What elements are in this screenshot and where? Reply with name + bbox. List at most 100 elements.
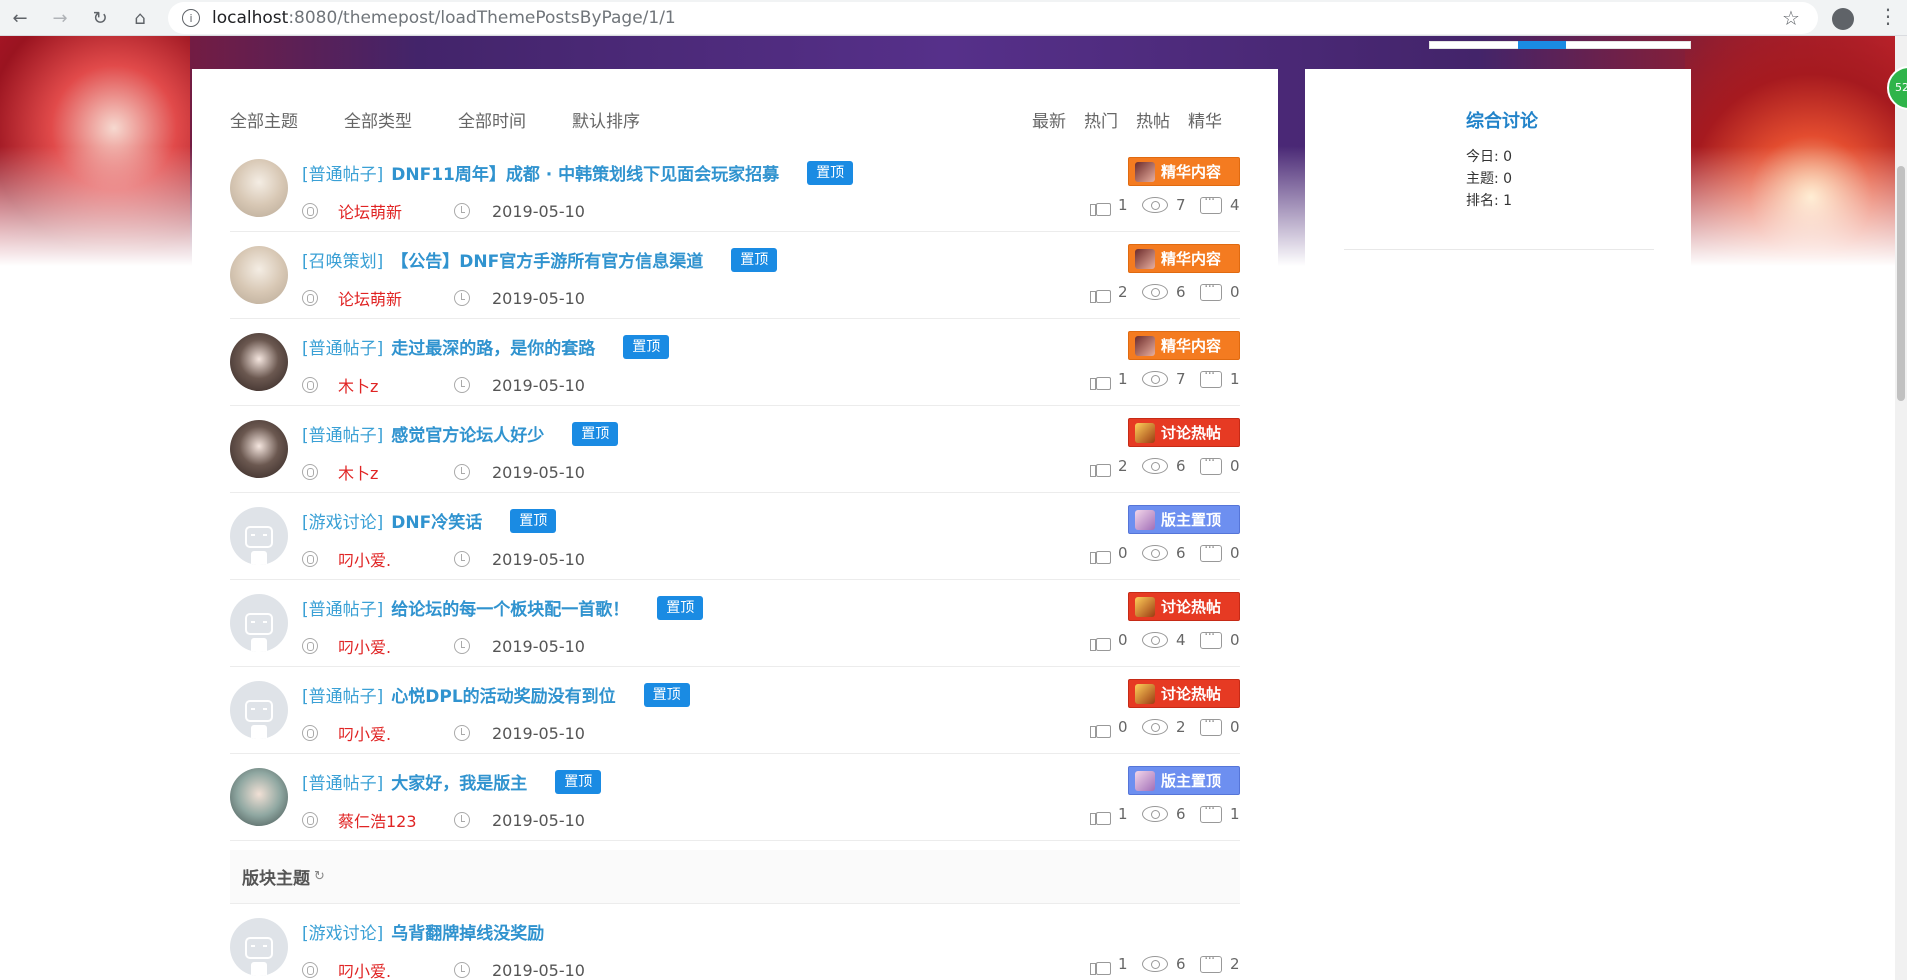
post-row[interactable]: [普通帖子] 大家好，我是版主 置顶 蔡仁浩123 2019-05-10 版主置… (230, 754, 1240, 841)
post-author[interactable]: 木卜z (338, 460, 454, 484)
view-icon (1142, 458, 1168, 474)
post-type[interactable]: [普通帖子] (302, 334, 383, 359)
sort-essence[interactable]: 精华 (1188, 107, 1222, 132)
post-author[interactable]: 蔡仁浩123 (338, 808, 454, 832)
post-type[interactable]: [普通帖子] (302, 682, 383, 707)
sort-latest[interactable]: 最新 (1032, 107, 1066, 132)
sort-popular[interactable]: 热门 (1084, 107, 1118, 132)
like-icon[interactable] (1090, 717, 1111, 738)
sidebar-tab-active[interactable] (1518, 41, 1566, 49)
forum-today-count: 今日: 0 (1466, 149, 1513, 165)
post-title[interactable]: 乌背翻牌掉线没奖励 (391, 919, 544, 944)
avatar[interactable] (230, 420, 288, 478)
home-icon[interactable]: ⌂ (124, 2, 156, 34)
badge-avatar-icon (1135, 161, 1155, 182)
post-type[interactable]: [普通帖子] (302, 769, 383, 794)
view-count: 4 (1176, 631, 1186, 649)
like-icon[interactable] (1090, 456, 1111, 477)
page-scrollbar[interactable] (1895, 36, 1907, 980)
post-title[interactable]: 给论坛的每一个板块配一首歌！ (391, 595, 629, 620)
post-row[interactable]: [普通帖子] 给论坛的每一个板块配一首歌！ 置顶 叼小爱. 2019-05-10… (230, 580, 1240, 667)
clock-icon (454, 464, 470, 480)
like-icon[interactable] (1090, 543, 1111, 564)
post-type[interactable]: [召唤策划] (302, 247, 383, 272)
post-author[interactable]: 叼小爱. (338, 958, 454, 980)
post-type[interactable]: [普通帖子] (302, 595, 383, 620)
post-status-badge: 讨论热帖 (1128, 592, 1240, 621)
like-icon[interactable] (1090, 282, 1111, 303)
post-type[interactable]: [普通帖子] (302, 421, 383, 446)
filter-default-sort[interactable]: 默认排序 (572, 107, 640, 132)
avatar[interactable] (230, 507, 288, 565)
like-icon[interactable] (1090, 804, 1111, 825)
address-bar[interactable]: i localhost:8080/themepost/loadThemePost… (168, 2, 1818, 34)
like-icon[interactable] (1090, 630, 1111, 651)
sort-hot[interactable]: 热帖 (1136, 107, 1170, 132)
like-icon[interactable] (1090, 369, 1111, 390)
post-row[interactable]: [普通帖子] 走过最深的路，是你的套路 置顶 木卜z 2019-05-10 精华… (230, 319, 1240, 406)
filter-all-topics[interactable]: 全部主题 (230, 107, 298, 132)
filter-all-types[interactable]: 全部类型 (344, 107, 412, 132)
post-row[interactable]: [游戏讨论] 乌背翻牌掉线没奖励 叼小爱. 2019-05-10 1 6 2 (230, 904, 1240, 980)
reload-icon[interactable]: ↻ (84, 2, 116, 34)
bookmark-star-icon[interactable]: ☆ (1782, 6, 1800, 30)
post-row[interactable]: [普通帖子] 感觉官方论坛人好少 置顶 木卜z 2019-05-10 讨论热帖 … (230, 406, 1240, 493)
refresh-icon[interactable]: ↻ (314, 869, 325, 884)
post-title[interactable]: 心悦DPL的活动奖励没有到位 (391, 682, 615, 707)
post-author[interactable]: 叼小爱. (338, 634, 454, 658)
avatar[interactable] (230, 333, 288, 391)
post-title[interactable]: DNF11周年】成都 · 中韩策划线下见面会玩家招募 (391, 160, 779, 185)
avatar[interactable] (230, 246, 288, 304)
avatar[interactable] (230, 681, 288, 739)
forum-name[interactable]: 综合讨论 (1466, 107, 1538, 133)
section-header: 版块主题 ↻ (230, 850, 1240, 904)
post-row[interactable]: [召唤策划] 【公告】DNF官方手游所有官方信息渠道 置顶 论坛萌新 2019-… (230, 232, 1240, 319)
post-author[interactable]: 叼小爱. (338, 721, 454, 745)
filter-all-time[interactable]: 全部时间 (458, 107, 526, 132)
post-row[interactable]: [普通帖子] 心悦DPL的活动奖励没有到位 置顶 叼小爱. 2019-05-10… (230, 667, 1240, 754)
comment-icon (1200, 366, 1222, 388)
post-type[interactable]: [普通帖子] (302, 160, 383, 185)
post-title[interactable]: 走过最深的路，是你的套路 (391, 334, 595, 359)
post-type[interactable]: [游戏讨论] (302, 508, 383, 533)
pinned-badge: 置顶 (731, 247, 778, 272)
post-title[interactable]: 大家好，我是版主 (391, 769, 527, 794)
post-author[interactable]: 叼小爱. (338, 547, 454, 571)
browser-menu-icon[interactable]: ⋮ (1878, 4, 1898, 28)
user-icon (302, 638, 318, 654)
badge-avatar-icon (1135, 596, 1155, 617)
sidebar-tab-strip[interactable] (1429, 41, 1691, 49)
back-icon[interactable]: ← (4, 2, 36, 34)
post-title[interactable]: 感觉官方论坛人好少 (391, 421, 544, 446)
comment-count: 0 (1230, 457, 1240, 475)
like-icon[interactable] (1090, 195, 1111, 216)
clock-icon (454, 638, 470, 654)
like-icon[interactable] (1090, 954, 1111, 975)
scrollbar-thumb[interactable] (1897, 166, 1905, 401)
account-icon[interactable] (1832, 8, 1854, 30)
post-title[interactable]: DNF冷笑话 (391, 508, 482, 533)
avatar[interactable] (230, 159, 288, 217)
url-host: localhost (212, 8, 289, 28)
post-status-badge: 精华内容 (1128, 331, 1240, 360)
forward-icon[interactable]: → (44, 2, 76, 34)
comment-icon (1200, 279, 1222, 301)
post-author[interactable]: 论坛萌新 (338, 286, 454, 310)
post-type[interactable]: [游戏讨论] (302, 919, 383, 944)
post-date: 2019-05-10 (492, 723, 585, 743)
clock-icon (454, 725, 470, 741)
comment-count: 0 (1230, 631, 1240, 649)
avatar[interactable] (230, 768, 288, 826)
post-row[interactable]: [普通帖子] DNF11周年】成都 · 中韩策划线下见面会玩家招募 置顶 论坛萌… (230, 145, 1240, 232)
post-date: 2019-05-10 (492, 201, 585, 221)
post-author[interactable]: 木卜z (338, 373, 454, 397)
comment-count: 2 (1230, 955, 1240, 973)
view-count: 6 (1176, 544, 1186, 562)
avatar[interactable] (230, 594, 288, 652)
post-row[interactable]: [游戏讨论] DNF冷笑话 置顶 叼小爱. 2019-05-10 版主置顶 0 … (230, 493, 1240, 580)
avatar[interactable] (230, 918, 288, 976)
post-title[interactable]: 【公告】DNF官方手游所有官方信息渠道 (391, 247, 703, 272)
site-info-icon[interactable]: i (182, 9, 200, 27)
view-count: 6 (1176, 283, 1186, 301)
post-author[interactable]: 论坛萌新 (338, 199, 454, 223)
